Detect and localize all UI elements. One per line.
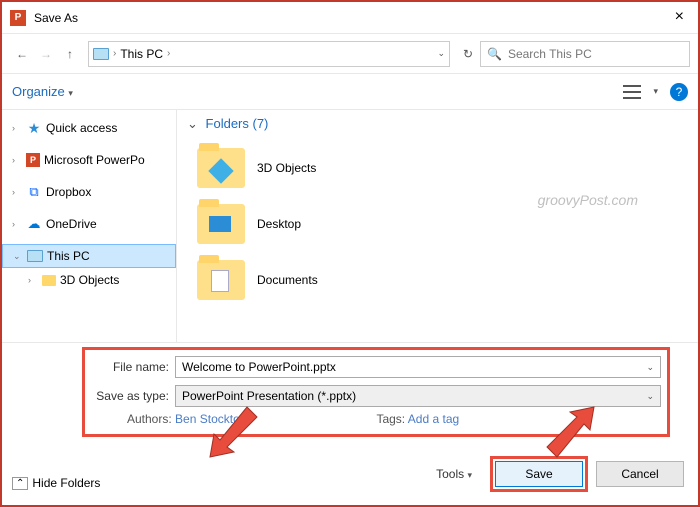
sidebar-item-label: Microsoft PowerPo [44, 153, 145, 167]
folder-item-documents[interactable]: Documents [187, 252, 688, 308]
sidebar-item-3d-objects[interactable]: 3D Objects [2, 268, 176, 292]
authors-value[interactable]: Ben Stockton [175, 412, 246, 426]
body: ★ Quick access P Microsoft PowerPo ⧉ Dro… [2, 110, 698, 342]
folder-icon [197, 148, 245, 188]
sidebar-item-quick-access[interactable]: ★ Quick access [2, 116, 176, 140]
sidebar-item-label: Dropbox [46, 185, 91, 199]
sidebar-item-onedrive[interactable]: ☁ OneDrive [2, 212, 176, 236]
close-icon[interactable]: × [675, 8, 684, 26]
sidebar-item-label: This PC [47, 249, 90, 263]
help-icon[interactable]: ? [670, 83, 688, 101]
chevron-up-icon: ⌃ [12, 477, 28, 490]
savetype-value: PowerPoint Presentation (*.pptx) [182, 389, 356, 403]
folder-icon [197, 260, 245, 300]
chevron-down-icon[interactable]: ⌄ [646, 362, 654, 373]
sidebar-item-powerpoint[interactable]: P Microsoft PowerPo [2, 148, 176, 172]
expand-icon[interactable] [12, 155, 22, 165]
folder-label: 3D Objects [257, 161, 316, 175]
chevron-down-icon: ▾ [68, 88, 73, 98]
refresh-button[interactable]: ↻ [456, 42, 480, 66]
filename-input[interactable]: Welcome to PowerPoint.pptx ⌄ [175, 356, 661, 378]
save-button[interactable]: Save [495, 461, 583, 487]
pc-icon [93, 48, 109, 60]
powerpoint-icon: P [26, 153, 40, 167]
onedrive-icon: ☁ [26, 216, 42, 232]
annotation-highlight-save: Save [490, 456, 588, 492]
back-button[interactable]: ← [10, 42, 34, 66]
chevron-down-icon: ▾ [467, 470, 472, 480]
sidebar-item-label: Quick access [46, 121, 117, 135]
tags-value[interactable]: Add a tag [408, 412, 459, 426]
chevron-down-icon[interactable]: ⌄ [646, 391, 654, 402]
annotation-highlight-box: File name: Welcome to PowerPoint.pptx ⌄ … [82, 347, 670, 437]
folder-icon [42, 275, 56, 286]
hide-folders-button[interactable]: ⌃ Hide Folders [12, 476, 100, 490]
authors-label: Authors: [127, 412, 172, 426]
toolbar: Organize ▾ ▾ ? [2, 74, 698, 110]
expand-icon[interactable] [12, 219, 22, 229]
titlebar: P Save As × [2, 2, 698, 34]
search-input[interactable]: 🔍 Search This PC [480, 41, 690, 67]
chevron-down-icon[interactable]: ▾ [653, 86, 658, 97]
search-icon: 🔍 [487, 47, 502, 61]
chevron-icon: › [167, 48, 170, 59]
sidebar-item-label: OneDrive [46, 217, 97, 231]
savetype-label: Save as type: [91, 389, 175, 403]
watermark-text: groovyPost.com [538, 192, 638, 208]
expand-icon[interactable] [12, 123, 22, 133]
chevron-icon: › [113, 48, 116, 59]
chevron-down-icon[interactable]: ⌄ [437, 48, 445, 59]
main-pane: ⌄ Folders (7) 3D Objects Desktop Documen… [177, 110, 698, 342]
folder-label: Desktop [257, 217, 301, 231]
window-title: Save As [34, 11, 78, 25]
star-icon: ★ [26, 120, 42, 136]
tags-label: Tags: [376, 412, 405, 426]
search-placeholder: Search This PC [508, 47, 592, 61]
breadcrumb[interactable]: › This PC › ⌄ [88, 41, 450, 67]
collapse-icon[interactable] [13, 251, 23, 262]
expand-icon[interactable] [28, 275, 38, 285]
savetype-dropdown[interactable]: PowerPoint Presentation (*.pptx) ⌄ [175, 385, 661, 407]
sidebar: ★ Quick access P Microsoft PowerPo ⧉ Dro… [2, 110, 177, 342]
forward-button[interactable]: → [34, 42, 58, 66]
view-options-icon[interactable] [623, 85, 641, 99]
organize-menu[interactable]: Organize ▾ [12, 84, 73, 99]
tools-menu[interactable]: Tools ▾ [436, 467, 472, 481]
up-button[interactable]: ↑ [58, 42, 82, 66]
folder-icon [197, 204, 245, 244]
cancel-button[interactable]: Cancel [596, 461, 684, 487]
dropbox-icon: ⧉ [26, 184, 42, 200]
folders-group-header[interactable]: ⌄ Folders (7) [187, 116, 688, 132]
powerpoint-logo-icon: P [10, 10, 26, 26]
chevron-down-icon: ⌄ [187, 116, 198, 131]
sidebar-item-dropbox[interactable]: ⧉ Dropbox [2, 180, 176, 204]
bottom-panel: File name: Welcome to PowerPoint.pptx ⌄ … [2, 342, 698, 502]
folder-label: Documents [257, 273, 318, 287]
navigation-bar: ← → ↑ › This PC › ⌄ ↻ 🔍 Search This PC [2, 34, 698, 74]
sidebar-item-this-pc[interactable]: This PC [2, 244, 176, 268]
filename-value: Welcome to PowerPoint.pptx [182, 360, 336, 374]
folder-item-3d-objects[interactable]: 3D Objects [187, 140, 688, 196]
expand-icon[interactable] [12, 187, 22, 197]
sidebar-item-label: 3D Objects [60, 273, 119, 287]
pc-icon [27, 250, 43, 262]
breadcrumb-location[interactable]: This PC [120, 47, 163, 61]
filename-label: File name: [91, 360, 175, 374]
